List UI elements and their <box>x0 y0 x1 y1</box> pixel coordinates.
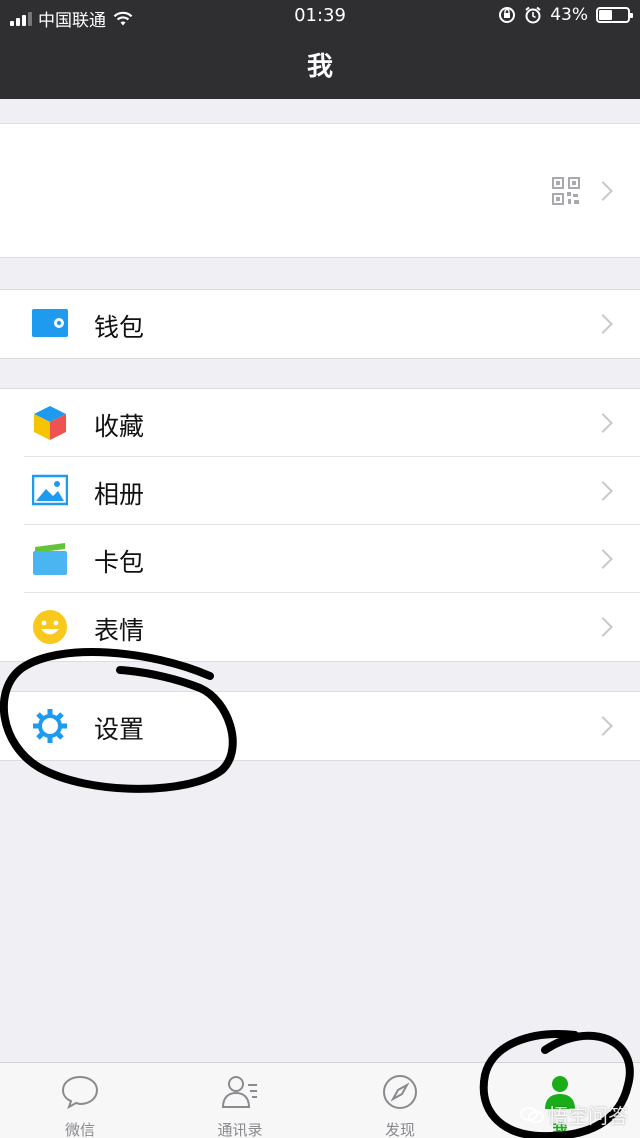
contacts-icon <box>221 1076 257 1108</box>
chevron-right-icon <box>593 314 613 334</box>
menu-item-label: 钱包 <box>94 313 145 342</box>
favorites-cube-icon <box>34 406 66 440</box>
chevron-right-icon <box>593 181 613 201</box>
tab-chats[interactable]: 微信 <box>0 1063 160 1138</box>
alarm-icon <box>525 6 541 24</box>
menu-item-label: 表情 <box>94 616 145 645</box>
smiley-icon <box>33 610 67 644</box>
wallet-icon <box>32 309 68 337</box>
tab-contacts[interactable]: 通讯录 <box>160 1063 320 1138</box>
battery-percent: 43% <box>550 5 588 25</box>
tab-discover[interactable]: 发现 <box>320 1063 480 1138</box>
wallet-section: 钱包 <box>0 289 640 359</box>
chevron-right-icon <box>593 549 613 569</box>
chevron-right-icon <box>593 481 613 501</box>
profile-card[interactable] <box>0 123 640 258</box>
status-bar: 中国联通 01:39 43% <box>0 0 640 32</box>
rotation-lock-icon <box>499 7 516 23</box>
menu-item-wallet[interactable]: 钱包 <box>0 290 640 358</box>
gear-icon <box>33 709 67 743</box>
settings-section: 设置 <box>0 691 640 761</box>
battery-icon <box>596 7 633 23</box>
top-bar: 中国联通 01:39 43% 我 <box>0 0 640 99</box>
chevron-right-icon <box>593 413 613 433</box>
menu-item-label: 收藏 <box>94 412 145 441</box>
menu-item-label: 卡包 <box>94 548 145 577</box>
watermark: 悟空问答 <box>520 1100 628 1129</box>
chevron-right-icon <box>593 617 613 637</box>
menu-item-label: 相册 <box>94 480 145 509</box>
chat-watermark-icon <box>520 1106 544 1123</box>
menu-item-settings[interactable]: 设置 <box>0 692 640 760</box>
tab-label: 发现 <box>384 1121 415 1138</box>
qr-code-icon[interactable] <box>552 177 580 205</box>
tab-label: 通讯录 <box>217 1121 263 1138</box>
watermark-label: 悟空问答 <box>548 1104 628 1128</box>
features-section: 收藏 相册 卡包 表情 <box>0 388 640 662</box>
page-title: 我 <box>306 52 333 82</box>
menu-item-cards[interactable]: 卡包 <box>0 525 640 593</box>
menu-item-favorites[interactable]: 收藏 <box>0 389 640 457</box>
chevron-right-icon <box>593 716 613 736</box>
menu-item-stickers[interactable]: 表情 <box>0 593 640 661</box>
card-wallet-icon <box>33 543 67 575</box>
menu-item-album[interactable]: 相册 <box>0 457 640 525</box>
menu-item-label: 设置 <box>94 715 145 744</box>
tab-label: 微信 <box>64 1121 95 1138</box>
album-icon <box>32 474 68 506</box>
chat-bubble-icon <box>61 1075 99 1110</box>
compass-icon <box>383 1075 417 1109</box>
